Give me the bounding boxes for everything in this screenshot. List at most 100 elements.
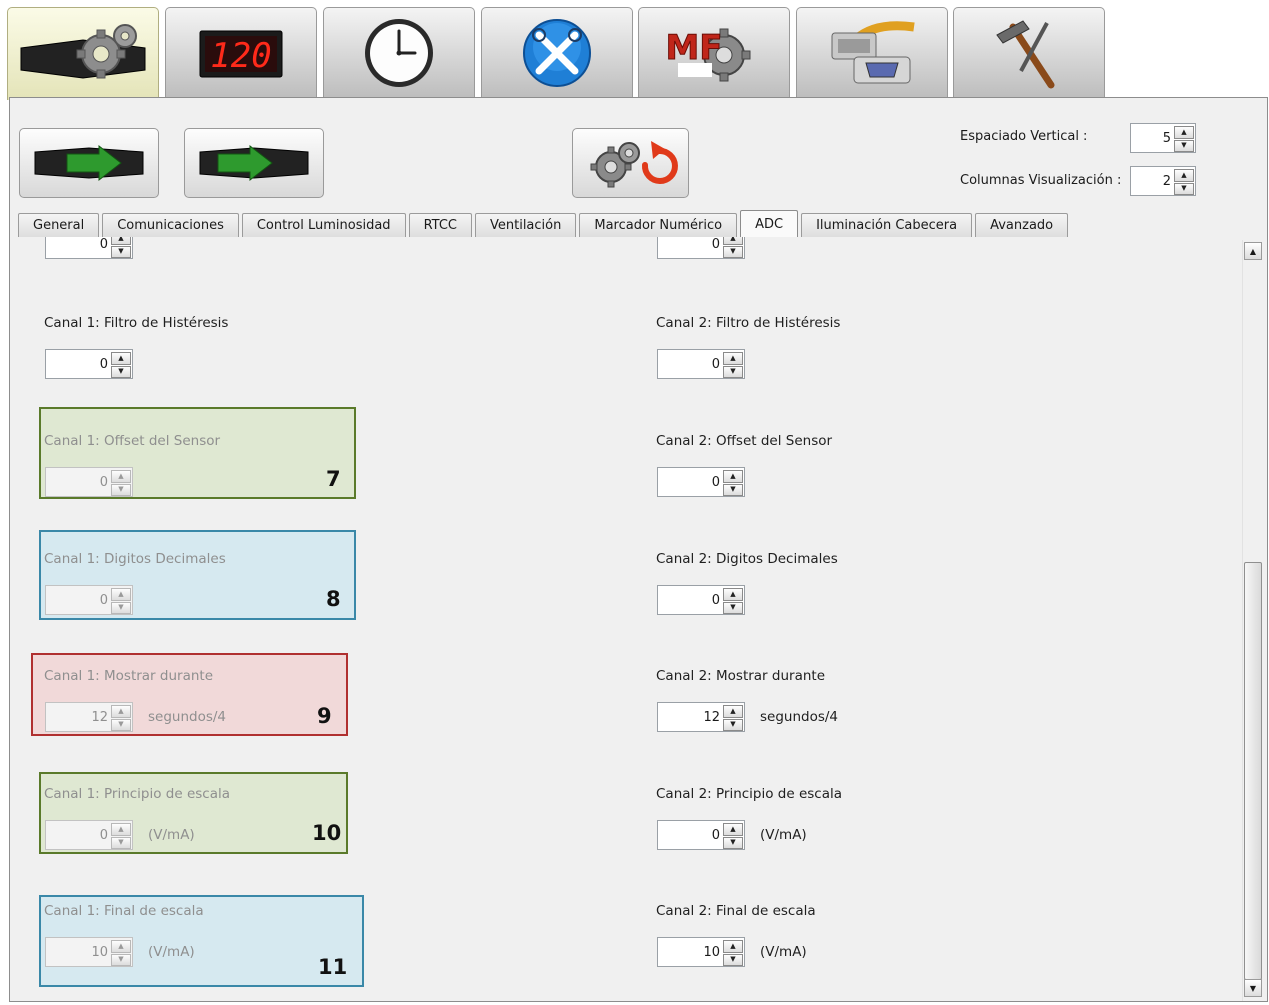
canal1-offset-sensor-label: Canal 1: Offset del Sensor <box>44 433 221 449</box>
spin-up-icon[interactable]: ▲ <box>111 705 131 718</box>
canal1-filtro-histeresis-value: 0 <box>99 356 108 372</box>
spin-down-icon[interactable]: ▼ <box>723 245 743 258</box>
spin-down-icon[interactable]: ▼ <box>723 601 743 614</box>
top-tab-hammer[interactable] <box>953 7 1105 98</box>
spin-down-icon[interactable]: ▼ <box>723 365 743 378</box>
top-tab-mf-tools[interactable]: MF <box>638 7 790 98</box>
reset-settings-button[interactable] <box>572 128 689 198</box>
spin-up-icon[interactable]: ▲ <box>723 237 743 245</box>
callout-number-9: 9 <box>317 704 332 728</box>
canal2-digitos-decimales-value: 0 <box>711 592 720 608</box>
canal2-filtro-histeresis-label: Canal 2: Filtro de Histéresis <box>656 315 841 331</box>
canal2-final-escala-spinner[interactable]: 10 ▲ ▼ <box>657 937 745 967</box>
spin-down-icon[interactable]: ▼ <box>111 836 131 849</box>
spin-up-icon[interactable]: ▲ <box>723 352 743 365</box>
spin-up-icon[interactable]: ▲ <box>111 940 131 953</box>
canal2-principio-escala-label: Canal 2: Principio de escala <box>656 786 843 802</box>
led-counter-readout: 120 <box>210 36 271 76</box>
canal2-principio-escala-spinner[interactable]: 0 ▲ ▼ <box>657 820 745 850</box>
spin-up-icon[interactable]: ▲ <box>111 352 131 365</box>
canal1-final-escala-spinner[interactable]: 10 ▲ ▼ <box>45 937 133 967</box>
canal2-partial-spinner[interactable]: 0 ▲ ▼ <box>657 237 745 259</box>
spin-up-icon[interactable]: ▲ <box>1174 169 1194 182</box>
columnas-visualizacion-spinner[interactable]: 2 ▲ ▼ <box>1130 166 1196 196</box>
tab-adc[interactable]: ADC <box>740 210 799 237</box>
tab-control-luminosidad[interactable]: Control Luminosidad <box>241 213 406 237</box>
canal1-mostrar-durante-unit: segundos/4 <box>148 709 227 725</box>
callout-number-7: 7 <box>326 467 341 491</box>
spin-up-icon[interactable]: ▲ <box>723 588 743 601</box>
tab-iluminacion-cabecera[interactable]: Iluminación Cabecera <box>801 213 973 237</box>
canal2-filtro-histeresis-value: 0 <box>711 356 720 372</box>
spin-up-icon[interactable]: ▲ <box>111 823 131 836</box>
write-to-device-button[interactable] <box>184 128 324 198</box>
scroll-down-icon[interactable]: ▼ <box>1244 979 1262 997</box>
tab-marcador-numerico[interactable]: Marcador Numérico <box>579 213 738 237</box>
led-display-gears-icon <box>20 24 146 79</box>
top-tab-connection[interactable] <box>796 7 948 98</box>
spin-down-icon[interactable]: ▼ <box>111 483 131 496</box>
spin-down-icon[interactable]: ▼ <box>111 601 131 614</box>
scrollbar-thumb[interactable] <box>1244 562 1262 980</box>
espaciado-vertical-spinner[interactable]: 5 ▲ ▼ <box>1130 123 1196 153</box>
canal2-mostrar-durante-spinner[interactable]: 12 ▲ ▼ <box>657 702 745 732</box>
canal2-final-escala-value: 10 <box>703 944 720 960</box>
canal1-partial-spinner[interactable]: 0 ▲ ▼ <box>45 237 133 259</box>
spin-down-icon[interactable]: ▼ <box>111 718 131 731</box>
canal2-filtro-histeresis-spinner[interactable]: 0 ▲ ▼ <box>657 349 745 379</box>
spin-down-icon[interactable]: ▼ <box>1174 182 1194 195</box>
canal1-offset-sensor-value: 0 <box>99 474 108 490</box>
canal1-filtro-histeresis-spinner[interactable]: 0 ▲ ▼ <box>45 349 133 379</box>
canal2-offset-sensor-label: Canal 2: Offset del Sensor <box>656 433 833 449</box>
spin-down-icon[interactable]: ▼ <box>723 836 743 849</box>
spin-up-icon[interactable]: ▲ <box>723 940 743 953</box>
tab-general[interactable]: General <box>18 213 100 237</box>
scroll-up-icon[interactable]: ▲ <box>1244 242 1262 260</box>
spin-down-icon[interactable]: ▼ <box>723 953 743 966</box>
top-tab-numeric-display[interactable]: 120 <box>165 7 317 98</box>
read-from-device-button[interactable] <box>19 128 159 198</box>
espaciado-vertical-value: 5 <box>1162 130 1171 146</box>
canal2-digitos-decimales-spinner[interactable]: 0 ▲ ▼ <box>657 585 745 615</box>
spin-down-icon[interactable]: ▼ <box>111 365 131 378</box>
canal1-principio-escala-value: 0 <box>99 827 108 843</box>
tab-ventilacion[interactable]: Ventilación <box>474 213 577 237</box>
tab-comunicaciones[interactable]: Comunicaciones <box>102 213 239 237</box>
spin-up-icon[interactable]: ▲ <box>111 470 131 483</box>
spin-down-icon[interactable]: ▼ <box>723 483 743 496</box>
canal2-principio-escala-value: 0 <box>711 827 720 843</box>
canal1-offset-sensor-spinner[interactable]: 0 ▲ ▼ <box>45 467 133 497</box>
mf-tools-logo-text: MF <box>665 28 722 68</box>
canal1-mostrar-durante-label: Canal 1: Mostrar durante <box>44 668 214 684</box>
canal2-offset-sensor-spinner[interactable]: 0 ▲ ▼ <box>657 467 745 497</box>
spin-down-icon[interactable]: ▼ <box>723 718 743 731</box>
spin-up-icon[interactable]: ▲ <box>723 470 743 483</box>
top-tab-clock[interactable] <box>323 7 475 98</box>
spin-down-icon[interactable]: ▼ <box>111 245 131 258</box>
canal1-digitos-decimales-spinner[interactable]: 0 ▲ ▼ <box>45 585 133 615</box>
spin-up-icon[interactable]: ▲ <box>723 705 743 718</box>
tab-avanzado[interactable]: Avanzado <box>975 213 1069 237</box>
callout-number-8: 8 <box>326 587 341 611</box>
clock-icon <box>365 19 433 87</box>
canal1-partial-value: 0 <box>99 237 108 252</box>
canal1-mostrar-durante-spinner[interactable]: 12 ▲ ▼ <box>45 702 133 732</box>
tab-rtcc[interactable]: RTCC <box>408 213 472 237</box>
spin-up-icon[interactable]: ▲ <box>1174 126 1194 139</box>
display-right-arrow-icon <box>199 144 309 182</box>
top-tab-tools[interactable] <box>481 7 633 98</box>
canal1-digitos-decimales-value: 0 <box>99 592 108 608</box>
top-tab-display-config[interactable] <box>7 7 159 100</box>
canal1-principio-escala-label: Canal 1: Principio de escala <box>44 786 231 802</box>
spin-down-icon[interactable]: ▼ <box>1174 139 1194 152</box>
canal1-final-escala-value: 10 <box>91 944 108 960</box>
canal2-mostrar-durante-value: 12 <box>703 709 720 725</box>
canal2-final-escala-label: Canal 2: Final de escala <box>656 903 816 919</box>
spin-up-icon[interactable]: ▲ <box>111 237 131 245</box>
spin-down-icon[interactable]: ▼ <box>111 953 131 966</box>
canal1-filtro-histeresis-label: Canal 1: Filtro de Histéresis <box>44 315 229 331</box>
spin-up-icon[interactable]: ▲ <box>723 823 743 836</box>
canal1-principio-escala-spinner[interactable]: 0 ▲ ▼ <box>45 820 133 850</box>
spin-up-icon[interactable]: ▲ <box>111 588 131 601</box>
vertical-scrollbar[interactable]: ▲ ▼ <box>1242 240 1262 1001</box>
